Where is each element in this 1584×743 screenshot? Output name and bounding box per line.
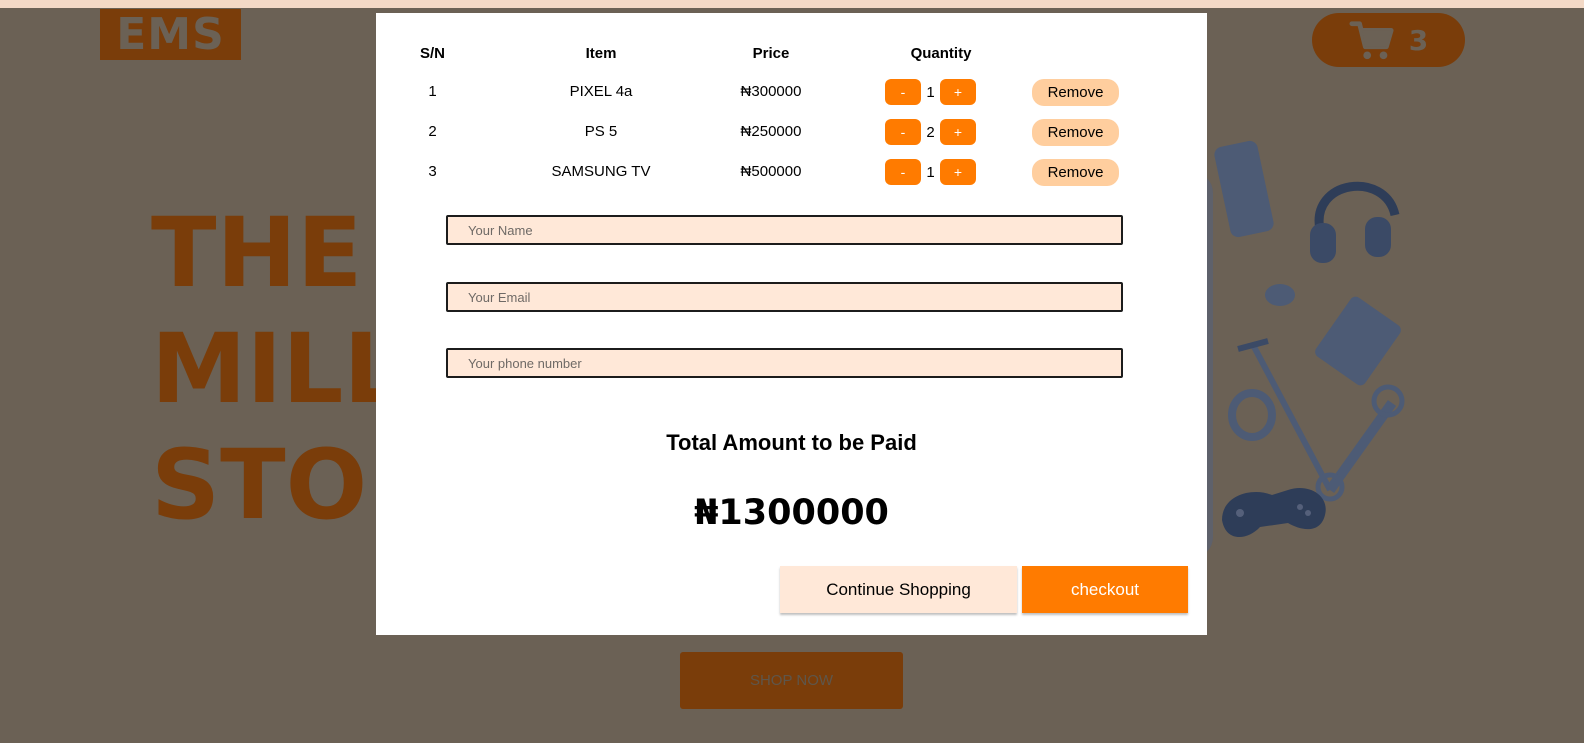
top-strip (0, 0, 1584, 8)
increase-button[interactable]: + (940, 159, 976, 185)
hero-line: MILL (151, 313, 405, 425)
increase-button[interactable]: + (940, 79, 976, 105)
quantity-value: 1 (926, 83, 935, 101)
cart-count: 3 (1408, 23, 1429, 57)
quantity-stepper: - 1 + (885, 159, 976, 185)
increase-button[interactable]: + (940, 119, 976, 145)
remove-button[interactable]: Remove (1032, 159, 1119, 186)
headphones-icon (1310, 181, 1400, 263)
logo[interactable]: EMS (100, 9, 241, 60)
row-price: ₦300000 (740, 83, 802, 100)
cart-button[interactable]: 3 (1312, 13, 1465, 67)
phone-field[interactable] (446, 348, 1123, 378)
decrease-button[interactable]: - (885, 119, 921, 145)
hero-line: STO (151, 429, 368, 541)
hero-line: THE (151, 197, 363, 309)
total-label: Total Amount to be Paid (666, 430, 917, 455)
row-price: ₦500000 (740, 163, 802, 180)
gamepad-icon (1222, 487, 1326, 538)
header-sn: S/N (419, 45, 445, 62)
continue-shopping-button[interactable]: Continue Shopping (780, 566, 1017, 613)
email-field[interactable] (446, 282, 1123, 312)
header-item: Item (585, 45, 617, 62)
cart-icon (1349, 21, 1394, 60)
row-price: ₦250000 (740, 123, 802, 140)
remove-button[interactable]: Remove (1032, 119, 1119, 146)
remove-button[interactable]: Remove (1032, 79, 1119, 106)
quantity-stepper: - 2 + (885, 119, 976, 145)
row-item: PS 5 (584, 123, 618, 140)
decrease-button[interactable]: - (885, 79, 921, 105)
shop-now-button[interactable]: SHOP NOW (680, 652, 903, 709)
quantity-stepper: - 1 + (885, 79, 976, 105)
row-item: PIXEL 4a (569, 83, 633, 100)
name-field[interactable] (446, 215, 1123, 245)
decrease-button[interactable]: - (885, 159, 921, 185)
row-sn: 3 (428, 163, 437, 180)
checkout-button[interactable]: checkout (1022, 566, 1188, 613)
row-sn: 2 (428, 123, 437, 140)
row-sn: 1 (428, 83, 437, 100)
quantity-value: 1 (926, 163, 935, 181)
hero-title: THE MILL STO (151, 195, 405, 543)
header-quantity: Quantity (910, 45, 972, 62)
quantity-value: 2 (926, 123, 935, 141)
total-value: ₦1300000 (694, 493, 889, 533)
header-price: Price (752, 45, 790, 62)
row-item: SAMSUNG TV (551, 163, 651, 180)
cart-modal: S/N Item Price Quantity 1 PIXEL 4a ₦3000… (376, 13, 1207, 635)
